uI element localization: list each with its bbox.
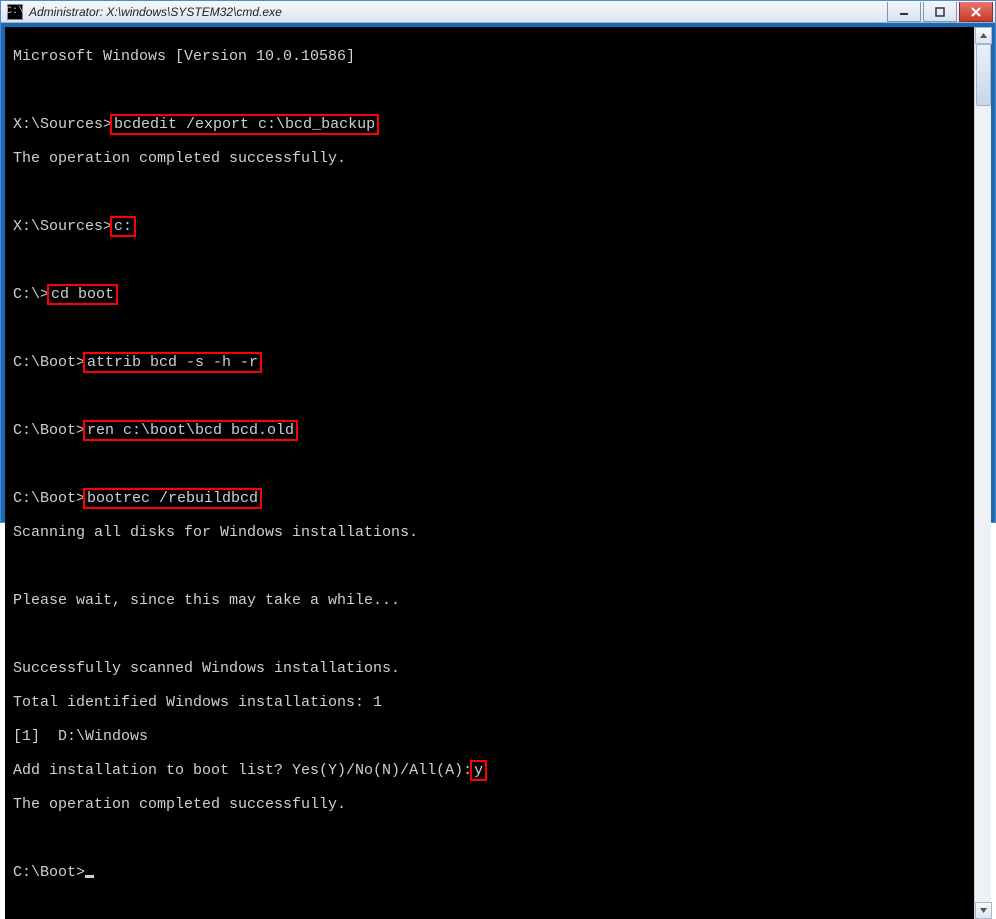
cursor: [85, 875, 94, 878]
output-line: Total identified Windows installations: …: [13, 694, 382, 711]
output-line: Scanning all disks for Windows installat…: [13, 524, 418, 541]
maximize-button[interactable]: [923, 2, 957, 22]
close-button[interactable]: [959, 2, 993, 22]
minimize-icon: [899, 7, 909, 17]
highlighted-command: c:: [110, 216, 136, 237]
highlighted-command: cd boot: [47, 284, 118, 305]
window-controls: [887, 1, 995, 22]
highlighted-command: attrib bcd -s -h -r: [83, 352, 262, 373]
prompt: X:\Sources>: [13, 218, 112, 235]
titlebar[interactable]: C:\ Administrator: X:\windows\SYSTEM32\c…: [1, 1, 995, 23]
prompt: C:\Boot>: [13, 354, 85, 371]
output-line: Successfully scanned Windows installatio…: [13, 660, 400, 677]
prompt: C:\>: [13, 286, 49, 303]
scroll-down-button[interactable]: [975, 902, 992, 919]
close-icon: [970, 6, 982, 18]
maximize-icon: [935, 7, 945, 17]
chevron-up-icon: [979, 31, 988, 40]
cmd-icon: C:\: [7, 4, 23, 20]
chevron-down-icon: [979, 906, 988, 915]
client-area: Microsoft Windows [Version 10.0.10586] X…: [5, 27, 991, 919]
output-line: Please wait, since this may take a while…: [13, 592, 400, 609]
scroll-up-button[interactable]: [975, 27, 992, 44]
prompt: C:\Boot>: [13, 490, 85, 507]
output-line: The operation completed successfully.: [13, 796, 346, 813]
version-line: Microsoft Windows [Version 10.0.10586]: [13, 48, 355, 65]
question-prompt: Add installation to boot list? Yes(Y)/No…: [13, 762, 472, 779]
window-title: Administrator: X:\windows\SYSTEM32\cmd.e…: [29, 5, 887, 19]
prompt: X:\Sources>: [13, 116, 112, 133]
output-line: [1] D:\Windows: [13, 728, 148, 745]
highlighted-command: bcdedit /export c:\bcd_backup: [110, 114, 379, 135]
highlighted-answer: y: [470, 760, 487, 781]
minimize-button[interactable]: [887, 2, 921, 22]
highlighted-command: ren c:\boot\bcd bcd.old: [83, 420, 298, 441]
console-output[interactable]: Microsoft Windows [Version 10.0.10586] X…: [5, 27, 974, 919]
scroll-thumb[interactable]: [976, 44, 991, 106]
vertical-scrollbar[interactable]: [974, 27, 991, 919]
prompt: C:\Boot>: [13, 422, 85, 439]
highlighted-command: bootrec /rebuildbcd: [83, 488, 262, 509]
cmd-window: C:\ Administrator: X:\windows\SYSTEM32\c…: [0, 0, 996, 523]
output-line: The operation completed successfully.: [13, 150, 346, 167]
prompt: C:\Boot>: [13, 864, 85, 881]
